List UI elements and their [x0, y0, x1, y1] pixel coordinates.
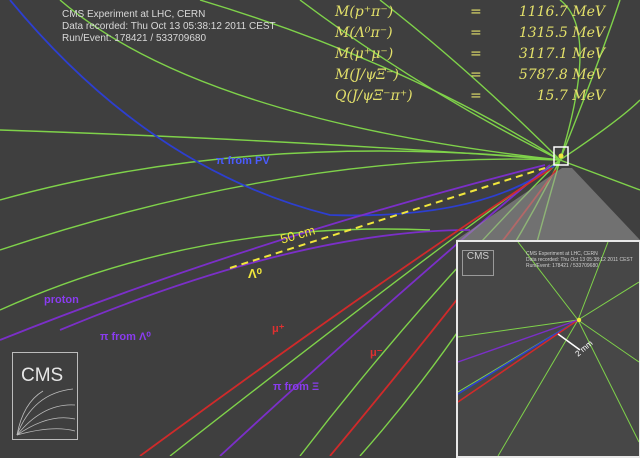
mass-row: Q(J/ψΞ⁻π⁺) = 15.7 MeV	[335, 86, 605, 107]
mu-minus-label: μ⁻	[370, 347, 383, 359]
mass-value: 3117.1 MeV	[518, 46, 605, 62]
header-line-2: Data recorded: Thu Oct 13 05:38:12 2011 …	[62, 21, 276, 32]
vertex-point	[558, 153, 564, 159]
header-line-3: Run/Event: 178421 / 533709680	[62, 33, 207, 44]
mass-label: M(p⁺π⁻)	[335, 4, 394, 20]
green-track	[0, 150, 561, 201]
mass-row: M(Λ⁰π⁻) = 1315.5 MeV	[335, 23, 605, 44]
pi-from-pv-label: π from PV	[216, 155, 270, 167]
mass-row: M(J/ψΞ⁻) = 5787.8 MeV	[335, 65, 605, 86]
mu-plus-label: μ⁺	[272, 323, 285, 335]
green-track	[0, 129, 561, 161]
zoom-cone	[456, 168, 640, 240]
header-line-1: CMS Experiment at LHC, CERN	[62, 9, 206, 20]
mass-value: 5787.8 MeV	[518, 67, 605, 83]
pi-from-lambda-label: π from Λ⁰	[100, 331, 151, 343]
pi-from-xi-label: π from Ξ	[273, 381, 320, 393]
cms-logo-graphic	[16, 388, 76, 436]
mass-row: M(μ⁺μ⁻) = 3117.1 MeV	[335, 44, 605, 65]
event-header: CMS Experiment at LHC, CERN Data recorde…	[62, 9, 276, 45]
mass-equals: =	[470, 4, 482, 20]
mass-value: 1315.5 MeV	[518, 25, 605, 41]
mass-value: 15.7 MeV	[536, 88, 605, 104]
mass-equals: =	[470, 67, 482, 83]
inset-green-track	[577, 281, 639, 321]
mass-label: Q(J/ψΞ⁻π⁺)	[335, 88, 413, 104]
mass-label: M(Λ⁰π⁻)	[335, 25, 393, 41]
inset-cms-logo: CMS	[462, 250, 494, 276]
mass-equals: =	[470, 46, 482, 62]
mass-label: M(μ⁺μ⁻)	[335, 46, 394, 62]
mass-value: 1116.7 MeV	[518, 4, 605, 20]
mass-label: M(J/ψΞ⁻)	[335, 67, 399, 83]
inset-green-track	[458, 319, 579, 338]
cms-logo: CMS	[12, 352, 78, 440]
mass-row: M(p⁺π⁻) = 1116.7 MeV	[335, 2, 605, 23]
inset-header: CMS Experiment at LHC, CERN Data recorde…	[526, 251, 633, 269]
zoom-inset: CMS CMS Experiment at LHC, CERN Data rec…	[456, 240, 640, 458]
inset-vertex	[576, 317, 582, 323]
inset-red-track	[458, 319, 579, 403]
inset-blue-track	[458, 319, 579, 395]
proton-label: proton	[44, 294, 79, 306]
mass-equals: =	[470, 88, 482, 104]
inset-header-line-3: Run/Event: 178421 / 533709680	[526, 263, 599, 269]
mass-table: M(p⁺π⁻) = 1116.7 MeV M(Λ⁰π⁻) = 1315.5 Me…	[335, 2, 605, 107]
mass-equals: =	[470, 25, 482, 41]
lambda-label: Λ⁰	[248, 266, 262, 281]
